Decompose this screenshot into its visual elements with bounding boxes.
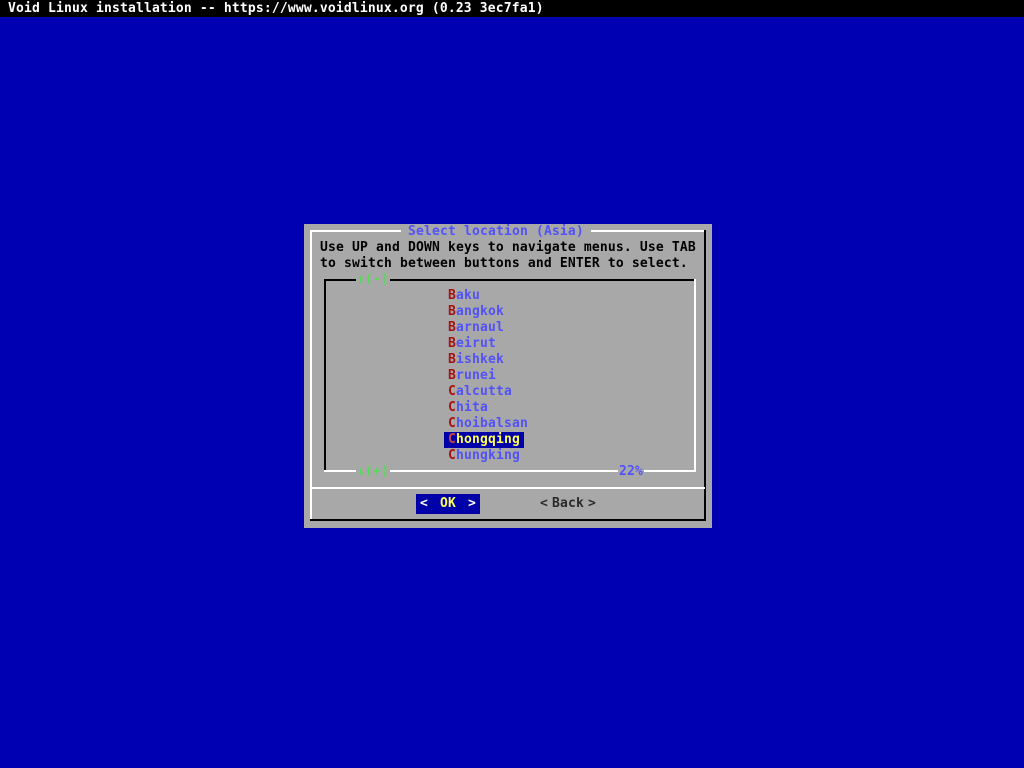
ok-button-label: OK [440, 494, 456, 514]
list-item[interactable]: Chongqing [444, 432, 524, 448]
dialog-border-left [310, 230, 312, 521]
location-list: BakuBangkokBarnaulBeirutBishkekBruneiCal… [444, 288, 532, 464]
list-item-label: hoibalsan [456, 416, 528, 431]
list-item-label: ishkek [456, 352, 504, 367]
button-separator [312, 487, 705, 489]
back-button-bracket-right: > [588, 494, 596, 514]
list-item[interactable]: Baku [444, 288, 484, 304]
scroll-up-indicator[interactable]: ↑(-) [356, 272, 390, 288]
list-item-label: runei [456, 368, 496, 383]
list-item-tag: B [448, 368, 456, 383]
topbar-title: Void Linux installation -- https://www.v… [8, 0, 544, 17]
list-item-tag: B [448, 288, 456, 303]
list-item[interactable]: Chita [444, 400, 492, 416]
listbox-border-right [694, 279, 696, 472]
dialog-title: Select location (Asia) [401, 224, 591, 240]
list-item-tag: C [448, 384, 456, 399]
ok-button-bracket-right: > [468, 494, 476, 514]
list-item-label: hungking [456, 448, 520, 463]
list-item-tag: B [448, 304, 456, 319]
back-button[interactable]: < Back > [536, 494, 600, 514]
list-item-label: hita [456, 400, 488, 415]
desktop: Void Linux installation -- https://www.v… [0, 0, 1024, 768]
list-item-tag: C [448, 432, 456, 447]
list-item-tag: C [448, 416, 456, 431]
list-item[interactable]: Chungking [444, 448, 524, 464]
back-button-bracket-left: < [540, 494, 548, 514]
listbox-border-left [324, 279, 326, 472]
list-item-label: arnaul [456, 320, 504, 335]
back-button-label: Back [552, 494, 584, 514]
list-item[interactable]: Beirut [444, 336, 500, 352]
ok-button-bracket-left: < [420, 494, 428, 514]
select-location-dialog: Select location (Asia) Use UP and DOWN k… [304, 224, 712, 528]
list-item[interactable]: Barnaul [444, 320, 508, 336]
list-item-tag: C [448, 448, 456, 463]
list-item[interactable]: Calcutta [444, 384, 516, 400]
list-item-tag: C [448, 400, 456, 415]
list-item[interactable]: Bangkok [444, 304, 508, 320]
dialog-instructions-line2: to switch between buttons and ENTER to s… [320, 256, 688, 272]
list-item-label: alcutta [456, 384, 512, 399]
scroll-down-indicator[interactable]: ↓(+) [356, 464, 390, 480]
list-item-tag: B [448, 336, 456, 351]
scroll-percentage: 22% [618, 464, 644, 480]
ok-button[interactable]: < OK > [416, 494, 480, 514]
list-item-tag: B [448, 352, 456, 367]
list-item-label: aku [456, 288, 480, 303]
list-item-label: eirut [456, 336, 496, 351]
topbar: Void Linux installation -- https://www.v… [0, 0, 1024, 17]
list-item-label: angkok [456, 304, 504, 319]
dialog-instructions-line1: Use UP and DOWN keys to navigate menus. … [320, 240, 696, 256]
dialog-border-bottom [310, 519, 706, 521]
list-item-label: hongqing [456, 432, 520, 447]
list-item[interactable]: Brunei [444, 368, 500, 384]
list-item[interactable]: Choibalsan [444, 416, 532, 432]
dialog-border-right [704, 230, 706, 521]
list-item-tag: B [448, 320, 456, 335]
list-item[interactable]: Bishkek [444, 352, 508, 368]
